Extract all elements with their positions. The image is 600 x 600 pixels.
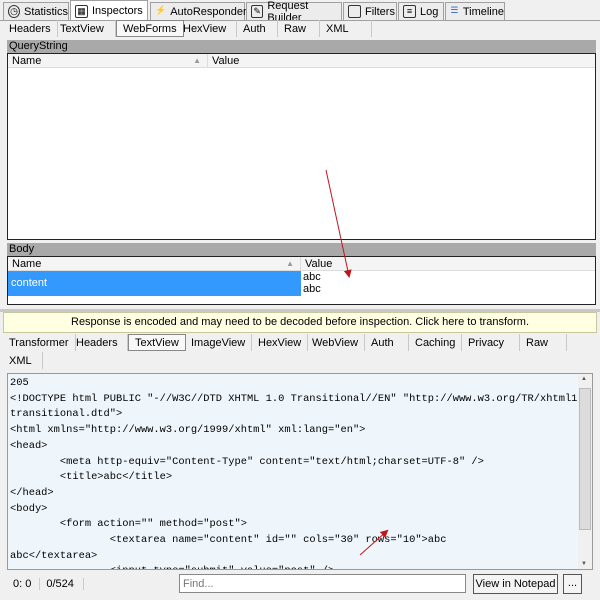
annotation-arrows [325, 169, 389, 556]
annotation-arrow [325, 169, 352, 278]
annotation-arrow [359, 529, 389, 556]
